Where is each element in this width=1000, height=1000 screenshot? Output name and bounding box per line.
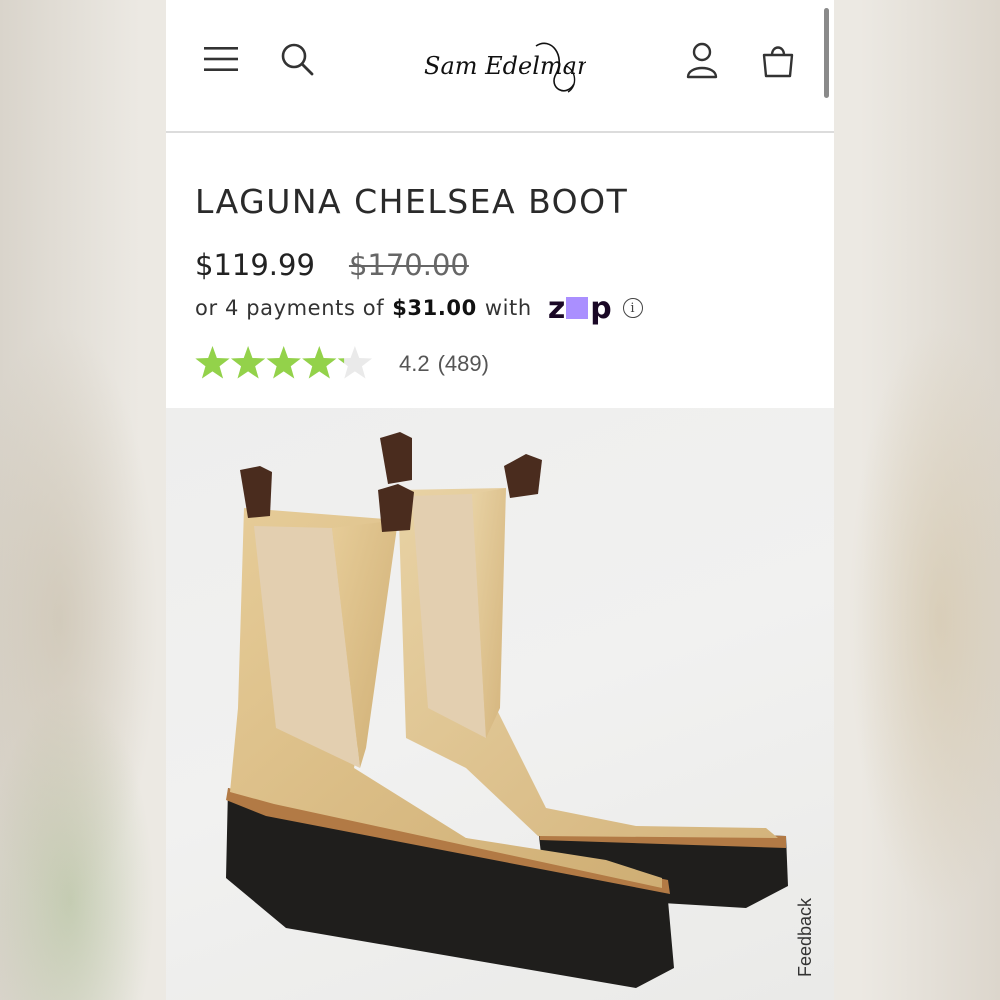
shopping-bag-icon: [762, 46, 794, 78]
brand-logo[interactable]: Sam Edelman: [416, 26, 586, 106]
phone-screen: Sam Edelman LAGUNA CHELSEA BOOT $119.99 …: [166, 0, 834, 1000]
rating-value: 4.2: [399, 351, 430, 376]
sale-price: $119.99: [195, 248, 315, 282]
star-filled: [266, 346, 301, 379]
installment-row: or 4 payments of $31.00 with zp i: [195, 291, 643, 326]
product-image[interactable]: [166, 408, 834, 1000]
original-price: $170.00: [348, 248, 469, 282]
star-filled: [195, 346, 230, 379]
account-icon: [686, 42, 718, 79]
brand-logo-text: Sam Edelman: [424, 52, 586, 80]
feedback-tab[interactable]: Feedback: [786, 878, 826, 996]
product-title: LAGUNA CHELSEA BOOT: [195, 182, 629, 221]
account-button[interactable]: [682, 40, 722, 80]
zip-logo-accent: [566, 297, 589, 319]
brand-signature: Sam Edelman: [424, 42, 586, 93]
menu-button[interactable]: [202, 40, 240, 78]
star-filled: [302, 346, 337, 379]
boots-illustration: [226, 432, 788, 988]
zip-logo[interactable]: zp: [548, 291, 612, 326]
page-scrollbar[interactable]: [824, 8, 829, 98]
price-row: $119.99 $170.00: [195, 248, 469, 282]
star-rating: [195, 344, 373, 384]
review-count: (489): [437, 351, 489, 376]
rating-summary: 4.2 (489): [399, 351, 497, 377]
star-filled: [230, 346, 266, 379]
search-button[interactable]: [278, 40, 316, 78]
stars-graphic: [195, 346, 373, 379]
rating-row[interactable]: 4.2 (489): [195, 344, 497, 384]
feedback-label: Feedback: [795, 897, 816, 977]
shopping-bag-button[interactable]: [758, 40, 798, 80]
installment-prefix: or 4 payments of: [195, 296, 385, 320]
info-icon[interactable]: i: [622, 298, 643, 318]
installment-suffix: with: [484, 296, 532, 320]
search-icon: [281, 43, 314, 76]
installment-amount: $31.00: [392, 296, 477, 320]
hamburger-menu-icon: [204, 47, 238, 71]
site-header: Sam Edelman: [166, 0, 834, 133]
